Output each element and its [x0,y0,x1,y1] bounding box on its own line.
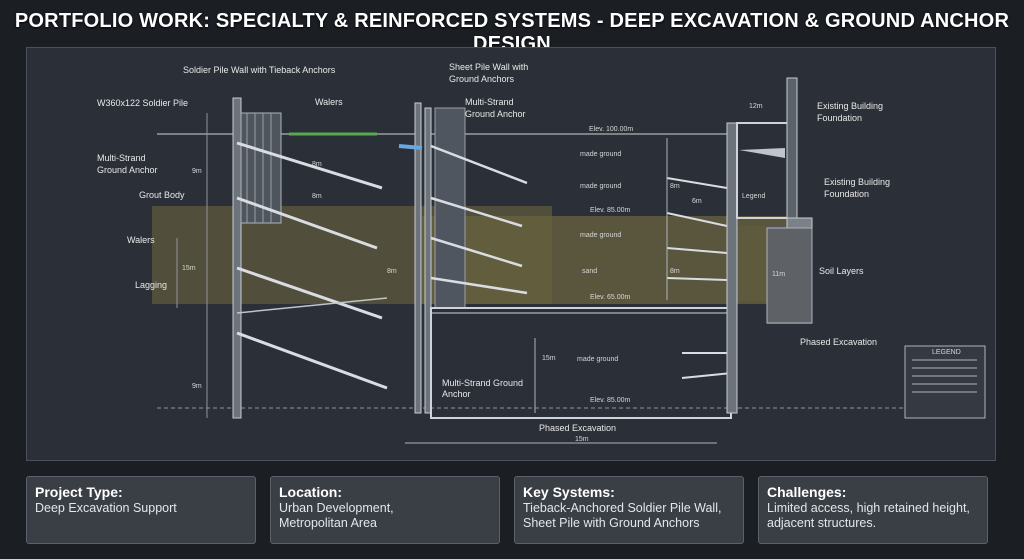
section-drawing: Soldier Pile Wall with Tieback Anchors W… [97,62,986,444]
label-phased-excavation: Phased Excavation [539,423,616,433]
label-walers: Walers [127,235,155,245]
excavation-box [430,307,732,419]
card-title: Key Systems: [523,484,615,500]
card-body: Deep Excavation Support [35,501,177,515]
legend-box [904,345,986,419]
layer-made-ground-2: made ground [580,183,621,190]
label-lagging: Lagging [135,280,167,290]
legend-title: LEGEND [932,349,961,356]
drawing-sheet: Soldier Pile Wall with Tieback Anchors W… [26,47,996,461]
card-title: Location: [279,484,342,500]
dim-8m: 8m [312,193,322,200]
label-sheet-pile: Sheet Pile Wall with [449,62,528,72]
label-walers-top: Walers [315,97,343,107]
elev-mid: Elev. 85.00m [590,207,631,214]
dim-12m: 12m [749,103,763,110]
label-existing-building-1b: Foundation [817,113,862,123]
label-ms-anchor-2: Ground Anchor [465,109,526,119]
right-wall [726,122,738,414]
dim-8m: 8m [312,161,322,168]
layer-made-ground-4: made ground [577,356,618,363]
dim-11m: 11m [772,271,785,278]
dim-9m-b: 9m [192,383,202,390]
card-body: Urban Development, Metropolitan Area [279,501,394,530]
label-ms-anchor-low-2: Anchor [442,389,471,399]
label-ms-anchor: Multi-Strand [465,97,514,107]
card-key-systems: Key Systems: Tieback-Anchored Soldier Pi… [514,476,744,544]
layer-sand: sand [582,268,597,275]
dim-15m-bottom: 15m [575,436,589,443]
card-challenges: Challenges: Limited access, high retaine… [758,476,988,544]
info-cards: Project Type: Deep Excavation Support Lo… [26,476,998,544]
tieback-anchor [236,331,388,390]
dim-8m: 8m [387,268,397,275]
elev-lower: Elev. 65.00m [590,294,631,301]
elev-top: Elev. 100.00m [589,126,633,133]
label-existing-building-2: Existing Building [824,177,890,187]
label-phased-excavation-right: Phased Excavation [800,337,877,347]
dim-8m: 8m [670,183,680,190]
card-location: Location: Urban Development, Metropolita… [270,476,500,544]
label-multi-strand: Multi-Strand [97,153,146,163]
card-project-type: Project Type: Deep Excavation Support [26,476,256,544]
dim-6m: 6m [692,198,702,205]
card-body: Tieback-Anchored Soldier Pile Wall, Shee… [523,501,722,530]
layer-made-ground-3: made ground [580,232,621,239]
label-legend-small: Legend [742,193,765,200]
label-soldier-pile-wall: Soldier Pile Wall with Tieback Anchors [183,65,336,75]
label-ground-anchor: Ground Anchor [97,165,158,175]
existing-building-1 [736,122,793,219]
card-body: Limited access, high retained height, ad… [767,501,970,530]
label-existing-building-2b: Foundation [824,189,869,199]
dim-15m: 15m [542,355,556,362]
label-grout-body: Grout Body [139,190,185,200]
elev-bottom: Elev. 85.00m [590,397,631,404]
layer-made-ground-1: made ground [580,151,621,158]
card-title: Challenges: [767,484,847,500]
dim-8m: 8m [670,268,680,275]
label-ms-anchor-low: Multi-Strand Ground [442,378,523,388]
card-title: Project Type: [35,484,123,500]
soldier-pile [232,97,242,419]
label-existing-building-1: Existing Building [817,101,883,111]
dim-15m-b: 15m [182,265,196,272]
label-sheet-pile-2: Ground Anchors [449,74,515,84]
dim-9m: 9m [192,168,202,175]
existing-building-2 [786,217,813,229]
label-soldier-pile: W360x122 Soldier Pile [97,98,188,108]
label-soil-layers: Soil Layers [819,266,864,276]
